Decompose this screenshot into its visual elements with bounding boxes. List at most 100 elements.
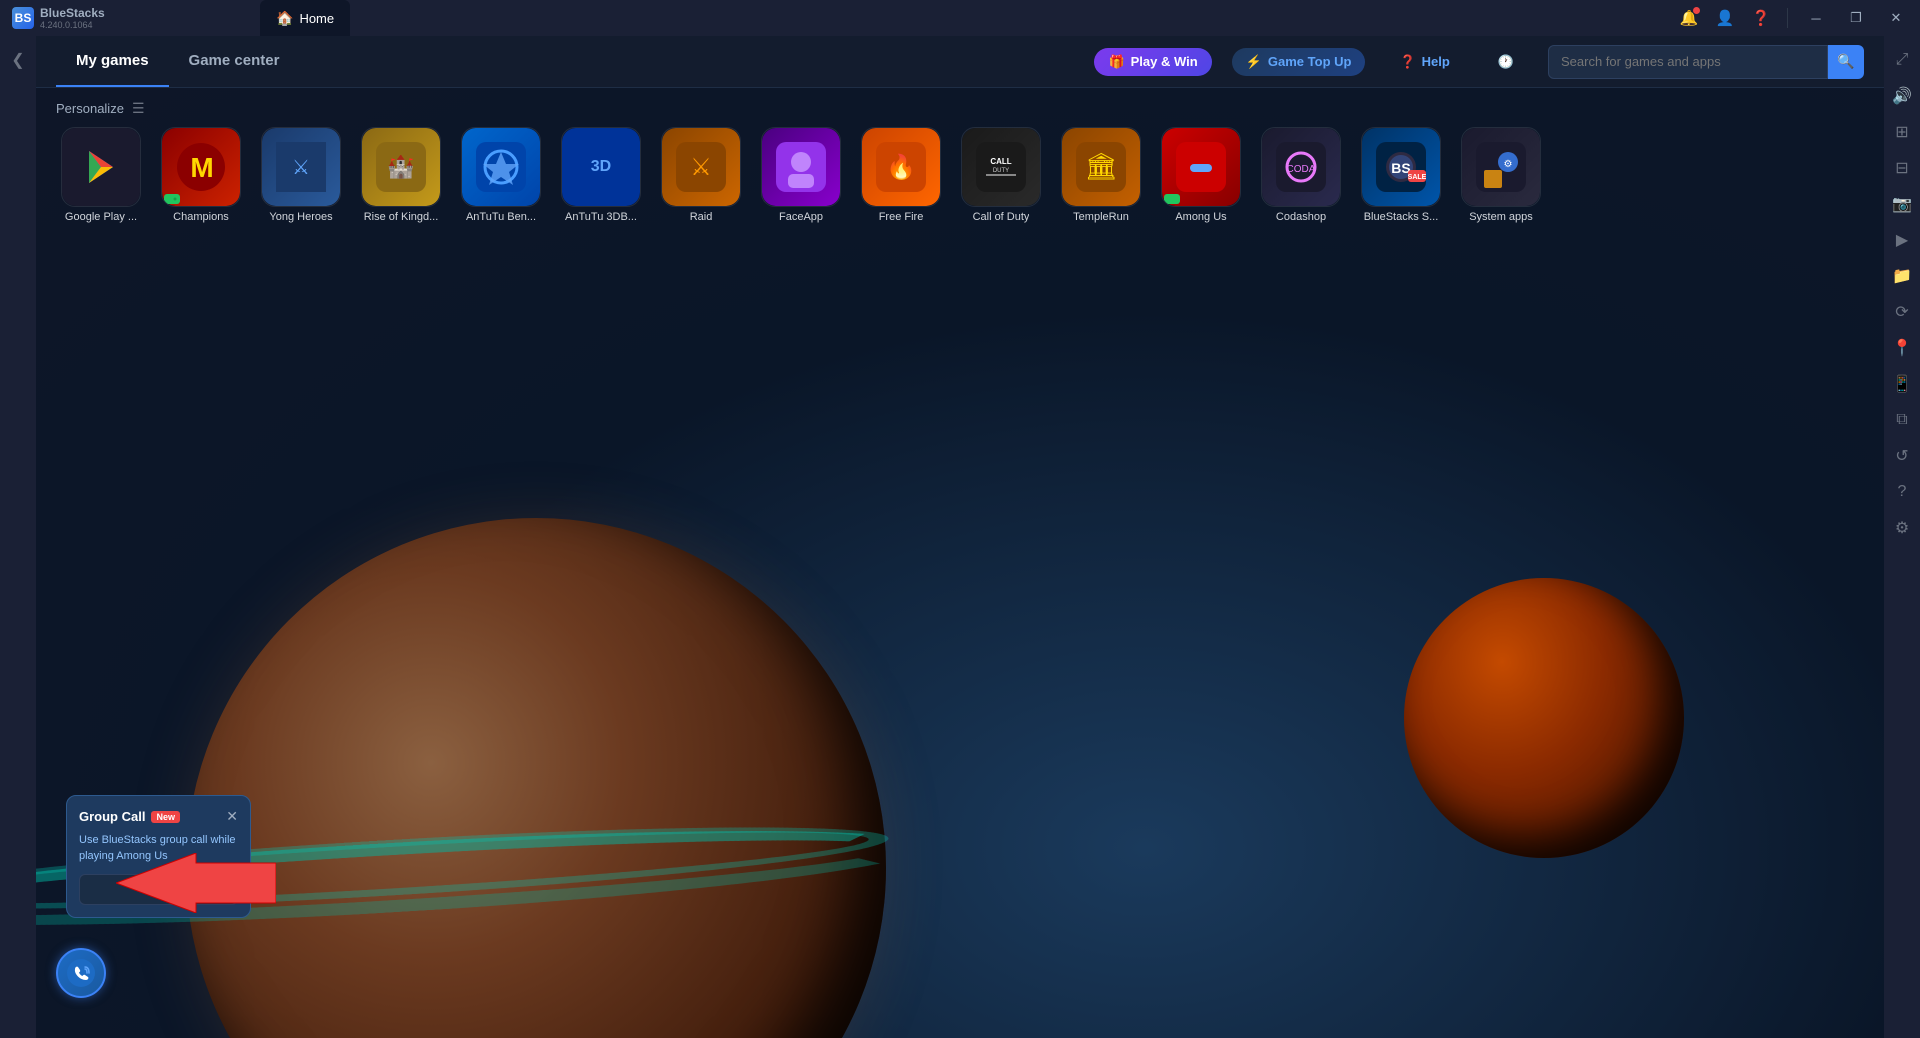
- close-button[interactable]: ✕: [1880, 6, 1912, 30]
- search-input[interactable]: [1548, 45, 1828, 79]
- history-button[interactable]: 🕐: [1484, 48, 1528, 76]
- titlebar: BS BlueStacks 4.240.0.1064 🏠 Home 🔔 👤 ❓ …: [0, 0, 1920, 36]
- top-nav: My games Game center 🎁 Play & Win ⚡ Game…: [36, 36, 1884, 88]
- titlebar-controls: 🔔 👤 ❓ ─ ❐ ✕: [1675, 4, 1920, 32]
- game-icon-wrapper: ⚙: [1461, 127, 1541, 207]
- play-win-button[interactable]: 🎁 Play & Win: [1094, 48, 1211, 76]
- list-item[interactable]: FaceApp: [756, 127, 846, 224]
- layout1-icon[interactable]: ⊞: [1886, 116, 1918, 148]
- personalize-settings-icon[interactable]: ☰: [132, 100, 145, 117]
- list-item[interactable]: CODA Codashop: [1256, 127, 1346, 224]
- personalize-label: Personalize: [56, 101, 124, 116]
- home-tab[interactable]: 🏠 Home: [260, 0, 350, 36]
- gamepad-badge: [164, 194, 180, 204]
- tab-game-center[interactable]: Game center: [169, 36, 300, 87]
- copy-icon[interactable]: ⧉: [1886, 404, 1918, 436]
- game-label: Among Us: [1175, 211, 1226, 224]
- svg-text:CALL: CALL: [990, 157, 1011, 166]
- location-icon[interactable]: 📍: [1886, 332, 1918, 364]
- nav-tabs: My games Game center: [56, 36, 299, 87]
- main-planet: [186, 518, 886, 1038]
- phone-icon[interactable]: 📱: [1886, 368, 1918, 400]
- list-item[interactable]: Google Play ...: [56, 127, 146, 224]
- right-sidebar: ⤢ 🔊 ⊞ ⊟ 📷 ▶ 📁 ⟳ 📍 📱 ⧉ ↺ ? ⚙: [1884, 36, 1920, 1038]
- list-item[interactable]: 3D AnTuTu 3DB...: [556, 127, 646, 224]
- account-icon[interactable]: 👤: [1711, 4, 1739, 32]
- list-item[interactable]: ⚔ Yong Heroes: [256, 127, 346, 224]
- popup-title-area: Group Call New: [79, 809, 180, 824]
- game-icon-wrapper: BS SALE: [1361, 127, 1441, 207]
- gamepad-badge: [1164, 194, 1180, 204]
- app-version: 4.240.0.1064: [40, 20, 105, 30]
- game-label: Free Fire: [879, 211, 924, 224]
- volume-icon[interactable]: 🔊: [1886, 80, 1918, 112]
- list-item[interactable]: ⚙ System apps: [1456, 127, 1546, 224]
- refresh-icon[interactable]: ↺: [1886, 440, 1918, 472]
- game-icon-wrapper: [61, 127, 141, 207]
- svg-text:CODA: CODA: [1287, 164, 1316, 175]
- games-grid: Google Play ... M Champions: [56, 127, 1864, 224]
- game-label: AnTuTu Ben...: [466, 211, 536, 224]
- list-item[interactable]: 🏛 TempleRun: [1056, 127, 1146, 224]
- lightning-icon: ⚡: [1246, 54, 1262, 70]
- small-planet: [1404, 578, 1684, 858]
- game-label: BlueStacks S...: [1364, 211, 1439, 224]
- minimize-button[interactable]: ─: [1800, 6, 1832, 30]
- game-icon: BS SALE: [1362, 128, 1440, 206]
- bottom-help-icon[interactable]: ?: [1886, 476, 1918, 508]
- search-button[interactable]: 🔍: [1828, 45, 1864, 79]
- rotate-icon[interactable]: ⟳: [1886, 296, 1918, 328]
- expand-icon[interactable]: ⤢: [1886, 44, 1918, 76]
- help-button[interactable]: ❓ Help: [1385, 48, 1463, 76]
- svg-text:M: M: [190, 152, 212, 183]
- topnav-right: 🎁 Play & Win ⚡ Game Top Up ❓ Help 🕐 🔍: [1094, 45, 1864, 79]
- home-tab-icon: 🏠: [276, 10, 293, 27]
- list-item[interactable]: CALLDUTY Call of Duty: [956, 127, 1046, 224]
- game-label: AnTuTu 3DB...: [565, 211, 637, 224]
- content-area: Personalize ☰ Google Play ...: [36, 88, 1884, 1038]
- list-item[interactable]: Among Us: [1156, 127, 1246, 224]
- game-icon-wrapper: CALL DUTY: [961, 127, 1041, 207]
- screenshot-icon[interactable]: 📷: [1886, 188, 1918, 220]
- popup-close-button[interactable]: ✕: [226, 808, 238, 825]
- layout2-icon[interactable]: ⊟: [1886, 152, 1918, 184]
- game-icon-wrapper: 🔥: [861, 127, 941, 207]
- list-item[interactable]: ⚔ Raid: [656, 127, 746, 224]
- personalize-bar: Personalize ☰: [56, 100, 1864, 117]
- list-item[interactable]: 🏰 Rise of Kingd...: [356, 127, 446, 224]
- notification-bell-icon[interactable]: 🔔: [1675, 4, 1703, 32]
- svg-text:⚔: ⚔: [292, 157, 310, 179]
- call-button[interactable]: [56, 948, 106, 998]
- list-item[interactable]: M Champions: [156, 127, 246, 224]
- game-icon: [62, 128, 140, 206]
- gift-icon: 🎁: [1108, 54, 1124, 70]
- list-item[interactable]: AnTuTu Ben...: [456, 127, 546, 224]
- game-icon-wrapper: ⚔: [661, 127, 741, 207]
- game-icon: CALL DUTY: [962, 128, 1040, 206]
- list-item[interactable]: BS SALE BlueStacks S...: [1356, 127, 1446, 224]
- video-icon[interactable]: ▶: [1886, 224, 1918, 256]
- main-content: My games Game center 🎁 Play & Win ⚡ Game…: [36, 36, 1884, 1038]
- game-icon: ⚔: [262, 128, 340, 206]
- game-icon: 🔥: [862, 128, 940, 206]
- folder-icon[interactable]: 📁: [1886, 260, 1918, 292]
- svg-text:🏰: 🏰: [387, 154, 414, 179]
- game-label: Codashop: [1276, 211, 1326, 224]
- restore-button[interactable]: ❐: [1840, 6, 1872, 30]
- bottom-settings-icon[interactable]: ⚙: [1886, 512, 1918, 544]
- game-icon-wrapper: 3D: [561, 127, 641, 207]
- help-icon[interactable]: ❓: [1747, 4, 1775, 32]
- svg-text:⚙: ⚙: [1504, 159, 1513, 170]
- bluestacks-logo: BS: [12, 7, 34, 29]
- game-label: Raid: [690, 211, 713, 224]
- search-container: 🔍: [1548, 45, 1864, 79]
- svg-text:DUTY: DUTY: [993, 168, 1009, 174]
- help-label: Help: [1422, 54, 1450, 69]
- game-icon-wrapper: 🏰: [361, 127, 441, 207]
- game-label: Champions: [173, 211, 229, 224]
- game-topup-button[interactable]: ⚡ Game Top Up: [1232, 48, 1366, 76]
- game-icon-wrapper: [761, 127, 841, 207]
- list-item[interactable]: 🔥 Free Fire: [856, 127, 946, 224]
- tab-my-games[interactable]: My games: [56, 36, 169, 87]
- back-icon[interactable]: ❮: [2, 44, 34, 76]
